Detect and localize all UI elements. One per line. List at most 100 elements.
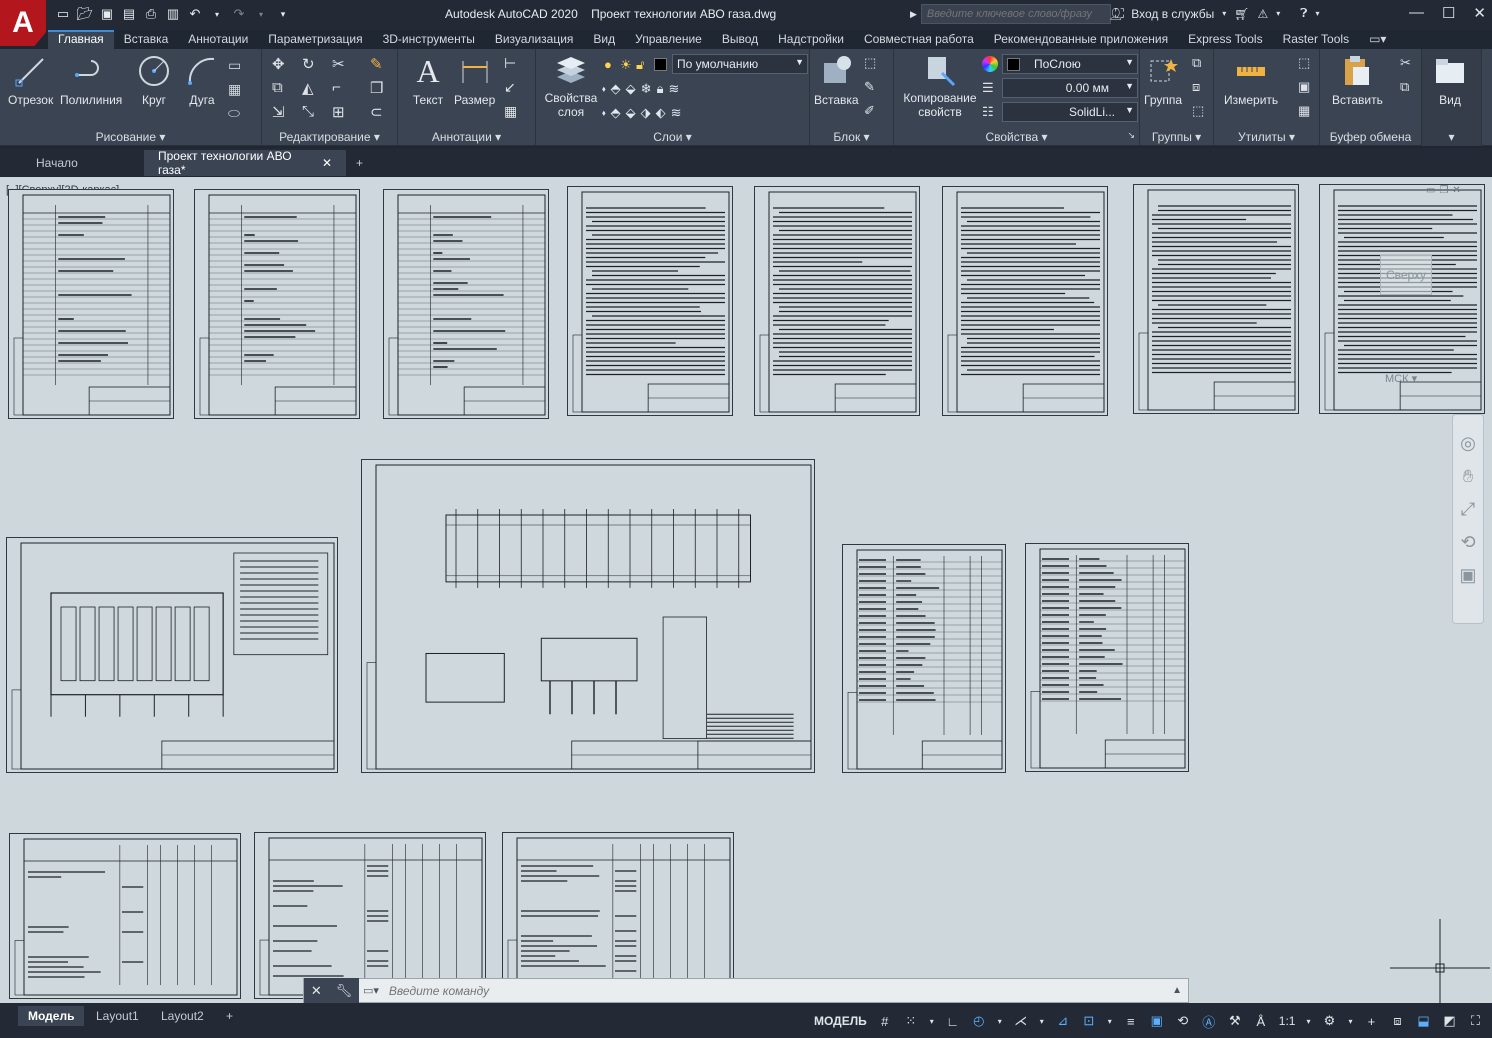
layer-off-icon[interactable]: ⬘ (611, 105, 621, 121)
signin-link[interactable]: Вход в службы (1131, 7, 1214, 21)
annotation-visibility-icon[interactable]: Ⓐ (1199, 1011, 1219, 1031)
ungroup-icon[interactable]: ⧉ (1192, 55, 1210, 73)
layer-merge-icon[interactable]: ≋ (671, 105, 682, 121)
undo-dropdown-icon[interactable]: ▾ (208, 5, 226, 23)
new-layout-button[interactable]: + (216, 1006, 243, 1026)
group-edit-icon[interactable]: ⧈ (1192, 79, 1210, 97)
paste-button[interactable]: Вставить (1332, 53, 1383, 107)
drawing-sheet[interactable] (254, 832, 486, 999)
edit-block-icon[interactable]: ✎ (864, 79, 882, 97)
layer-make-current-icon[interactable]: ⬪ (602, 105, 606, 121)
line-button[interactable]: Отрезок (8, 53, 53, 107)
drawing-sheet[interactable] (6, 537, 338, 773)
close-tab-icon[interactable]: ✕ (322, 156, 332, 170)
text-button[interactable]: A Текст (410, 53, 446, 107)
explode-icon[interactable]: ❒ (370, 79, 388, 97)
drawing-sheet[interactable] (8, 189, 174, 419)
lineweight-display-icon[interactable]: ≡ (1121, 1011, 1141, 1031)
tab-home[interactable]: Главная (48, 30, 114, 49)
layers-panel-title[interactable]: Слои ▾ (536, 130, 809, 144)
select-all-icon[interactable]: ▣ (1298, 79, 1316, 97)
ribbon-minimize-icon[interactable]: ▭▾ (1359, 30, 1396, 49)
minimize-icon[interactable]: — (1409, 4, 1424, 22)
help-icon[interactable]: ❓︎ (1300, 6, 1307, 21)
annotation-monitor-icon[interactable]: + (1361, 1011, 1381, 1031)
undo-icon[interactable]: ↶ (186, 5, 204, 23)
tab-model[interactable]: Модель (18, 1006, 85, 1026)
layer-isolate-icon[interactable]: ⬙ (626, 81, 636, 97)
hatch-icon[interactable]: ▦ (228, 81, 246, 99)
tab-layout2[interactable]: Layout2 (151, 1006, 214, 1026)
ortho-dropdown-icon[interactable]: ▾ (995, 1011, 1005, 1031)
layer-unlock-all-icon[interactable]: ⬖ (656, 105, 666, 121)
plot-icon[interactable]: ⎙ (142, 5, 160, 23)
a360-icon[interactable]: ⚠︎ (1257, 7, 1268, 21)
table-icon[interactable]: ▦ (504, 103, 522, 121)
layer-properties-button[interactable]: Свойства слоя (542, 53, 600, 119)
model-space-button[interactable]: МОДЕЛЬ (812, 1014, 869, 1028)
close-icon[interactable]: ✕ (1473, 4, 1486, 22)
layer-walk-icon[interactable]: ≋ (668, 81, 679, 97)
drawing-sheet[interactable] (383, 189, 549, 419)
drawing-sheet[interactable] (1025, 543, 1189, 772)
leader-icon[interactable]: ↙ (504, 79, 522, 97)
view-panel-expand-icon[interactable]: ▾ (1422, 130, 1481, 144)
insert-button[interactable]: Вставка (814, 53, 859, 107)
tab-collaborate[interactable]: Совместная работа (854, 30, 984, 49)
search-input[interactable] (920, 4, 1111, 24)
showmotion-icon[interactable]: ▣ (1459, 565, 1476, 586)
erase-icon[interactable]: ✎ (370, 55, 388, 73)
match-properties-button[interactable]: Копирование свойств (900, 53, 980, 119)
linear-dim-icon[interactable]: ⊢ (504, 55, 522, 73)
orbit-icon[interactable]: ⟲ (1460, 532, 1475, 553)
create-block-icon[interactable]: ⬚ (864, 55, 882, 73)
tab-annotate[interactable]: Аннотации (178, 30, 258, 49)
color-wheel-icon[interactable] (982, 56, 998, 72)
print-icon[interactable]: ▥ (164, 5, 182, 23)
transparency-icon[interactable]: ▣ (1147, 1011, 1167, 1031)
close-command-icon[interactable]: ✕ (311, 983, 322, 999)
grid-icon[interactable]: # (875, 1011, 895, 1031)
save-icon[interactable]: ▣ (98, 5, 116, 23)
vp-minimize-icon[interactable]: ▭ (1426, 185, 1435, 196)
wcs-menu[interactable]: МСК ▾ (1385, 372, 1417, 385)
block-panel-title[interactable]: Блок ▾ (810, 130, 893, 144)
user-icon[interactable]: 👤︎ (1108, 7, 1123, 21)
measure-button[interactable]: Измерить (1224, 53, 1278, 107)
tab-express-tools[interactable]: Express Tools (1178, 30, 1272, 49)
group-select-icon[interactable]: ⬚ (1192, 103, 1210, 121)
snap-icon[interactable]: ⁙ (901, 1011, 921, 1031)
polar-dropdown-icon[interactable]: ▾ (1037, 1011, 1047, 1031)
auto-scale-icon[interactable]: ⚒ (1225, 1011, 1245, 1031)
polar-tracking-icon[interactable]: ⋌ (1011, 1011, 1031, 1031)
vp-close-icon[interactable]: ✕ (1452, 185, 1460, 196)
rotate-icon[interactable]: ↻ (302, 55, 320, 73)
calculator-icon[interactable]: ▦ (1298, 103, 1316, 121)
selection-cycling-icon[interactable]: ⟲ (1173, 1011, 1193, 1031)
tab-parametric[interactable]: Параметризация (258, 30, 372, 49)
dialog-launcher-icon[interactable]: ↘ (1127, 130, 1135, 141)
drawing-canvas[interactable]: [−][Сверху][2D-каркас] Сверху МСК ▾ ▭❐✕ … (0, 177, 1492, 1003)
tab-start[interactable]: Начало (22, 150, 132, 176)
stretch-icon[interactable]: ⇲ (272, 103, 290, 121)
workspace-dropdown-icon[interactable]: ▾ (1345, 1011, 1355, 1031)
osnap-dropdown-icon[interactable]: ▾ (1105, 1011, 1115, 1031)
vp-restore-icon[interactable]: ❐ (1439, 185, 1448, 196)
a360-dropdown-icon[interactable]: ▾ (1276, 9, 1280, 18)
save-as-icon[interactable]: ▤ (120, 5, 138, 23)
edit-attributes-icon[interactable]: ✐ (864, 103, 882, 121)
utilities-panel-title[interactable]: Утилиты ▾ (1214, 130, 1319, 144)
layer-unlock-icon[interactable]: 🔓︎ (636, 57, 654, 75)
layer-match-icon[interactable]: ⬪ (602, 81, 606, 97)
graphics-performance-icon[interactable]: ◩ (1439, 1011, 1459, 1031)
ellipse-icon[interactable]: ⬭ (228, 105, 246, 123)
object-snap-icon[interactable]: ⊡ (1079, 1011, 1099, 1031)
array-icon[interactable]: ⊞ (332, 103, 350, 121)
annotation-panel-title[interactable]: Аннотации ▾ (398, 130, 535, 144)
tab-featured-apps[interactable]: Рекомендованные приложения (984, 30, 1178, 49)
drawing-sheet[interactable] (502, 832, 734, 999)
layer-freeze-icon[interactable]: ❄ (641, 81, 652, 97)
linetype-dropdown[interactable]: SolidLi... ▼ (1002, 102, 1138, 122)
groups-panel-title[interactable]: Группы ▾ (1140, 130, 1213, 144)
group-button[interactable]: Группа (1144, 53, 1182, 107)
